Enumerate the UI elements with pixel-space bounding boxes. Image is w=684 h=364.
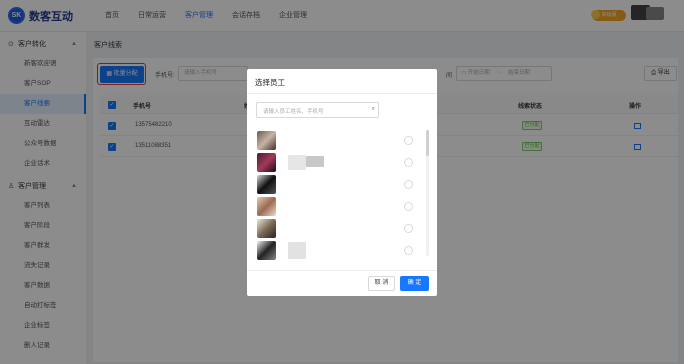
employee-radio[interactable]: [404, 202, 413, 211]
scrollbar-thumb[interactable]: [426, 130, 429, 156]
avatar: [257, 131, 276, 150]
list-item[interactable]: [255, 240, 427, 260]
avatar: [257, 219, 276, 238]
list-item[interactable]: [255, 174, 427, 194]
divider: [247, 270, 437, 271]
employee-radio[interactable]: [404, 180, 413, 189]
select-employee-modal: 选择员工 请输入员工姓名、手机号 ⌕ 取 消 确 定: [247, 69, 437, 296]
list-item[interactable]: [255, 196, 427, 216]
avatar: [257, 241, 276, 260]
modal-title: 选择员工: [255, 78, 285, 87]
employee-radio[interactable]: [404, 224, 413, 233]
avatar: [257, 153, 276, 172]
list-item[interactable]: [255, 152, 427, 172]
search-icon[interactable]: ⌕: [372, 106, 375, 113]
name-blur: [306, 156, 324, 167]
employee-radio[interactable]: [404, 246, 413, 255]
employee-radio[interactable]: [404, 136, 413, 145]
search-placeholder: 请输入员工姓名、手机号: [263, 109, 324, 115]
divider: [247, 93, 437, 94]
name-blur: [288, 155, 306, 170]
employee-radio[interactable]: [404, 158, 413, 167]
list-item[interactable]: [255, 130, 427, 150]
list-item[interactable]: [255, 218, 427, 238]
name-blur: [288, 242, 306, 259]
cancel-button[interactable]: 取 消: [368, 276, 395, 291]
avatar: [257, 197, 276, 216]
employee-search-input[interactable]: 请输入员工姓名、手机号 ⌕: [256, 102, 379, 118]
confirm-button[interactable]: 确 定: [400, 276, 429, 291]
avatar: [257, 175, 276, 194]
employee-list: [255, 130, 427, 268]
